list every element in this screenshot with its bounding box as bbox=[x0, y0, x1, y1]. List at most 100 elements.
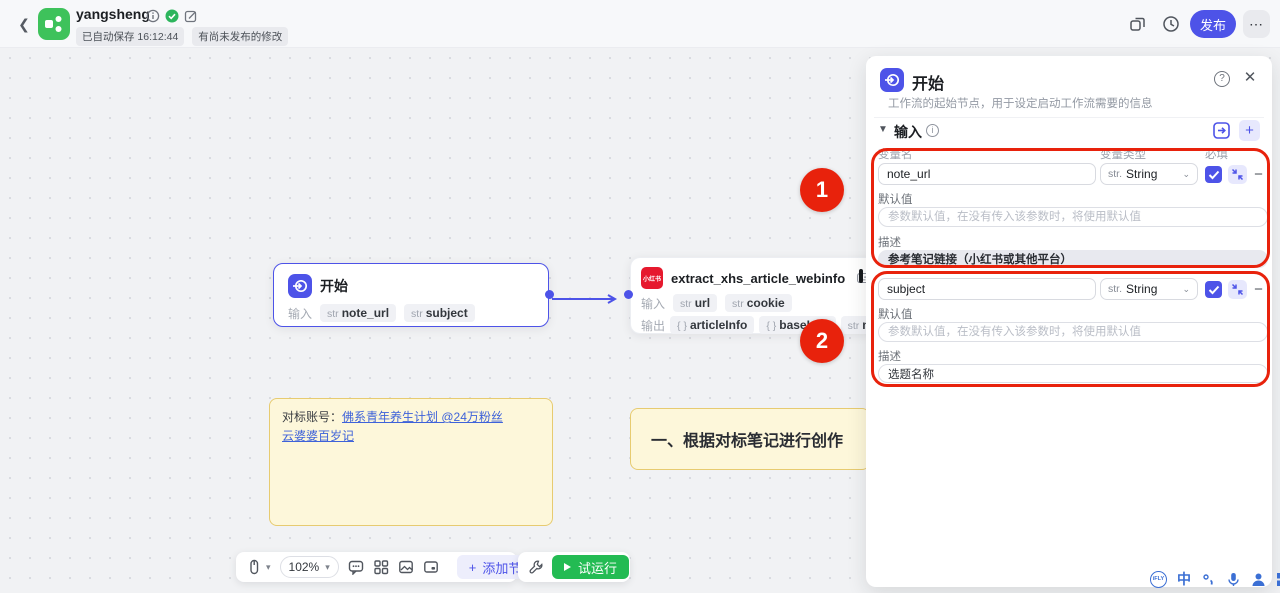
image-icon[interactable] bbox=[398, 559, 414, 575]
mic-icon[interactable] bbox=[1226, 572, 1241, 587]
note-prefix: 对标账号： bbox=[282, 410, 342, 424]
default-value-input[interactable] bbox=[878, 207, 1268, 227]
comment-icon[interactable] bbox=[348, 559, 364, 575]
collapse-param-icon[interactable] bbox=[1228, 165, 1247, 184]
start-node-config-panel: 开始 ? ✕ 工作流的起始节点，用于设定启动工作流需要的信息 ▼ 输入 i + … bbox=[866, 56, 1272, 587]
section-note-text: 一、根据对标笔记进行创作 bbox=[651, 433, 843, 450]
unpublished-badge: 有尚未发布的修改 bbox=[192, 27, 288, 46]
help-icon[interactable]: ? bbox=[1214, 71, 1230, 87]
start-node-icon bbox=[880, 68, 904, 92]
punctuation-icon[interactable] bbox=[1201, 572, 1216, 587]
top-bar: ❮ yangsheng 已自动保存 16:12:44 有尚未发布的修改 发布 ⋯ bbox=[0, 0, 1280, 48]
default-value-input[interactable] bbox=[878, 322, 1268, 342]
zoom-select[interactable]: 102% ▾ bbox=[280, 556, 339, 578]
col-required: 必填 bbox=[1205, 146, 1228, 162]
more-button[interactable]: ⋯ bbox=[1243, 10, 1270, 38]
workflow-canvas[interactable]: 开始 输入 strnote_url strsubject 小红书 extract… bbox=[0, 48, 1280, 593]
chevron-down-icon[interactable]: ▾ bbox=[266, 562, 271, 573]
connection-edge bbox=[552, 294, 624, 304]
history-icon[interactable] bbox=[1161, 14, 1181, 34]
verified-icon bbox=[165, 9, 179, 23]
start-node-icon bbox=[288, 274, 312, 298]
chevron-down-icon: ⌄ bbox=[1182, 284, 1190, 295]
workflow-editor: ❮ yangsheng 已自动保存 16:12:44 有尚未发布的修改 发布 ⋯… bbox=[0, 0, 1280, 593]
chevron-down-icon: ▾ bbox=[325, 562, 330, 573]
remove-param-button[interactable]: − bbox=[1252, 169, 1265, 182]
add-parameter-button[interactable]: + bbox=[1239, 120, 1260, 141]
required-checkbox[interactable] bbox=[1205, 166, 1222, 183]
extract-input-port[interactable] bbox=[624, 290, 633, 299]
sticky-note-section[interactable]: 一、根据对标笔记进行创作 bbox=[630, 408, 870, 470]
default-value-label: 默认值 bbox=[878, 191, 913, 207]
user-icon[interactable] bbox=[1251, 572, 1266, 587]
col-variable-name: 变量名 bbox=[878, 149, 913, 161]
wrench-icon[interactable] bbox=[528, 559, 544, 575]
description-input[interactable] bbox=[878, 364, 1268, 383]
extract-input-label: 输入 bbox=[641, 295, 665, 312]
remove-param-button[interactable]: − bbox=[1252, 284, 1265, 297]
param-type-select[interactable]: str.String⌄ bbox=[1100, 278, 1198, 300]
info-icon[interactable] bbox=[146, 9, 160, 23]
play-icon bbox=[564, 563, 571, 571]
column-headers: 变量名 变量类型 必填 bbox=[878, 146, 1260, 162]
auto-layout-icon[interactable] bbox=[373, 559, 389, 575]
node-menu-handle[interactable] bbox=[859, 269, 863, 283]
param-name-input[interactable] bbox=[878, 278, 1096, 300]
node-extract-xhs-article-webinfo[interactable]: 小红书 extract_xhs_article_webinfo 输入 strur… bbox=[630, 257, 880, 334]
zoom-value: 102% bbox=[289, 560, 320, 574]
run-toolbar: 试运行 bbox=[518, 552, 630, 582]
input-section-title: 输入 bbox=[894, 122, 922, 142]
collapse-chevron-icon[interactable]: ▼ bbox=[878, 124, 888, 135]
extract-output-label: 输出 bbox=[641, 317, 665, 334]
duplicate-icon[interactable] bbox=[1128, 14, 1148, 34]
sticky-note-benchmark[interactable]: 对标账号：佛系青年养生计划 @24万粉丝 云婆婆百岁记 bbox=[269, 398, 553, 526]
xiaohongshu-icon: 小红书 bbox=[641, 267, 663, 289]
required-checkbox[interactable] bbox=[1205, 281, 1222, 298]
frame-note-icon[interactable] bbox=[423, 559, 439, 575]
plus-icon: + bbox=[469, 560, 477, 575]
chevron-down-icon: ⌄ bbox=[1182, 169, 1190, 180]
test-run-button[interactable]: 试运行 bbox=[552, 555, 629, 579]
annotation-circle-1: 1 bbox=[800, 168, 844, 212]
param-name-input[interactable] bbox=[878, 163, 1096, 185]
back-icon[interactable]: ❮ bbox=[14, 14, 34, 34]
start-input-label: 输入 bbox=[288, 305, 312, 322]
canvas-toolbar: ▾ 102% ▾ + 添加节点 bbox=[236, 552, 517, 582]
benchmark-link-1[interactable]: 佛系青年养生计划 @24万粉丝 bbox=[342, 410, 503, 424]
collapse-param-icon[interactable] bbox=[1228, 280, 1247, 299]
panel-subtitle: 工作流的起始节点，用于设定启动工作流需要的信息 bbox=[888, 95, 1153, 111]
col-variable-type: 变量类型 bbox=[1100, 146, 1146, 162]
start-output-port[interactable] bbox=[545, 290, 554, 299]
input-section-header: ▼ 输入 i + bbox=[876, 118, 1262, 144]
start-node-title: 开始 bbox=[320, 276, 348, 296]
panel-header: 开始 ? ✕ 工作流的起始节点，用于设定启动工作流需要的信息 bbox=[874, 62, 1264, 118]
edit-icon[interactable] bbox=[184, 9, 198, 23]
ifly-logo-icon[interactable]: iFLY bbox=[1150, 571, 1167, 588]
panel-title: 开始 bbox=[912, 70, 944, 94]
benchmark-link-2[interactable]: 云婆婆百岁记 bbox=[282, 429, 354, 443]
close-icon[interactable]: ✕ bbox=[1242, 70, 1258, 86]
autosave-badge: 已自动保存 16:12:44 bbox=[76, 27, 184, 46]
param-tag: strsubject bbox=[404, 304, 475, 322]
pointer-mode-icon[interactable] bbox=[246, 559, 262, 575]
description-input[interactable] bbox=[878, 250, 1268, 268]
annotation-circle-2: 2 bbox=[800, 319, 844, 363]
param-tag: strnote_url bbox=[320, 304, 396, 322]
node-start[interactable]: 开始 输入 strnote_url strsubject bbox=[273, 263, 549, 327]
description-label: 描述 bbox=[878, 348, 901, 364]
param-tag: { }articleInfo bbox=[670, 316, 754, 334]
chinese-mode-icon[interactable]: 中 bbox=[1177, 569, 1191, 589]
param-type-select[interactable]: str.String⌄ bbox=[1100, 163, 1198, 185]
param-tag: strurl bbox=[673, 294, 717, 312]
publish-button[interactable]: 发布 bbox=[1190, 10, 1236, 38]
import-json-icon[interactable] bbox=[1211, 120, 1232, 141]
keyboard-grid-icon[interactable] bbox=[1276, 572, 1280, 587]
input-info-icon[interactable]: i bbox=[926, 124, 939, 137]
ime-toolbar: iFLY 中 bbox=[1150, 569, 1280, 589]
extract-node-title: extract_xhs_article_webinfo bbox=[671, 271, 845, 286]
workflow-logo-icon bbox=[38, 8, 70, 40]
param-tag: strcookie bbox=[725, 294, 792, 312]
workflow-title: yangsheng bbox=[76, 6, 150, 22]
default-value-label: 默认值 bbox=[878, 306, 913, 322]
description-label: 描述 bbox=[878, 234, 901, 250]
